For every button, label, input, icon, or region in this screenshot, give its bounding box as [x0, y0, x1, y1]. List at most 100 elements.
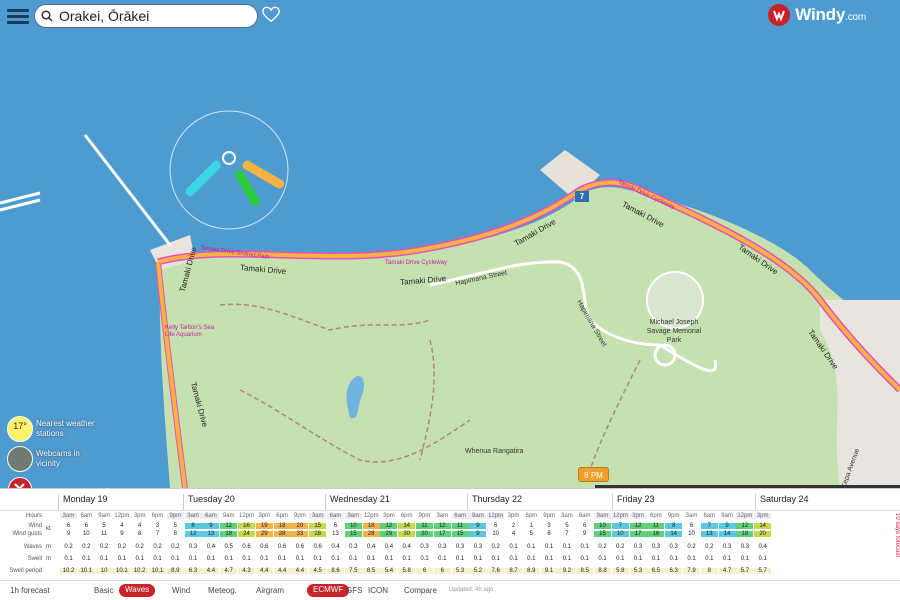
wind-cell: 9 [718, 523, 736, 529]
hour-cell: 6am [327, 513, 344, 519]
swell-cell: 0.1 [758, 556, 767, 562]
waves-cell: 0.6 [313, 544, 322, 550]
swell-period-cell: 5.7 [754, 568, 772, 574]
swell-period-cell: 8 [700, 568, 718, 574]
unit-waves: m [46, 544, 51, 550]
wind-cell: 20 [291, 523, 309, 529]
wind-cell: 6 [333, 523, 338, 529]
day-label[interactable]: Thursday 22 [467, 494, 522, 510]
swell-period-cell: 8.9 [522, 568, 540, 574]
swell-cell: 0.1 [135, 556, 144, 562]
ten-day-forecast-tab[interactable]: 10 days forecast [890, 495, 900, 575]
unit-wind: kt [46, 526, 51, 532]
swell-cell: 0.1 [171, 556, 180, 562]
gusts-cell: 7 [565, 531, 569, 537]
waves-cell: 0.2 [598, 544, 607, 550]
swell-period-cell: 5.7 [736, 568, 754, 574]
swell-cell: 0.1 [669, 556, 678, 562]
gusts-cell: 20 [416, 531, 433, 537]
gusts-cell: 13 [700, 531, 718, 537]
ecmwf-model[interactable]: ECMWF [307, 584, 350, 597]
gusts-cell: 11 [100, 531, 108, 537]
waves-cell: 0.1 [527, 544, 536, 550]
compare-button[interactable]: Compare [404, 586, 437, 595]
hour-cell: 6am [202, 513, 220, 519]
meteogram-tab[interactable]: Meteog. [208, 586, 237, 595]
hour-cell: 3am [561, 513, 573, 519]
hour-cell: 3pm [507, 513, 520, 519]
hour-cell: 9pm [294, 513, 306, 519]
swell-period-cell: 4.7 [718, 568, 736, 574]
day-label[interactable]: Monday 19 [58, 494, 108, 510]
gusts-cell: 30 [398, 531, 416, 537]
menu-button[interactable] [7, 6, 29, 26]
waves-cell: 0.2 [117, 544, 127, 550]
swell-cell: 0.1 [313, 556, 322, 562]
waves-cell: 0.2 [171, 544, 180, 550]
swell-period-cell: 8.6 [327, 568, 344, 574]
webcams-widget[interactable]: Webcams in vicinity [7, 446, 98, 472]
hour-cell: 6am [578, 513, 591, 519]
airgram-tab[interactable]: Airgram [256, 586, 284, 595]
day-label[interactable]: Saturday 24 [755, 494, 809, 510]
wind-tab[interactable]: Wind [172, 586, 190, 595]
gfs-model[interactable]: GFS [346, 586, 362, 595]
swell-period-cell: 4.4 [291, 568, 309, 574]
timeline-time-badge[interactable]: 8 PM [578, 467, 609, 482]
waves-cell: 0.3 [420, 544, 429, 550]
wind-cell: 8 [184, 523, 202, 529]
heart-icon[interactable] [262, 6, 280, 24]
waves-cell: 0.4 [366, 544, 376, 550]
row-label-gusts: Wind gusts [12, 531, 42, 537]
swell-cell: 0.1 [82, 556, 91, 562]
hour-cell: 12pm [611, 513, 629, 519]
hour-cell: 6am [80, 513, 93, 519]
hour-cell: 3am [309, 513, 327, 519]
gusts-cell: 14 [718, 531, 736, 537]
waves-cell: 0.1 [580, 544, 589, 550]
swell-period-cell: 5.2 [469, 568, 487, 574]
gusts-cell: 28 [309, 531, 327, 537]
hour-cell: 6pm [151, 513, 164, 519]
search-input[interactable]: Orakei, Ōrākei [59, 8, 149, 24]
wind-cell: 1 [529, 523, 533, 529]
wind-cell: 12 [433, 523, 451, 529]
swell-period-cell: 10.1 [77, 568, 95, 574]
wind-cell: 14 [398, 523, 416, 529]
swell-cell: 0.1 [366, 556, 376, 562]
nearest-stations-widget[interactable]: 17° Nearest weather stations [7, 416, 98, 442]
unit-swell: m [46, 556, 51, 562]
wind-cell: 4 [138, 523, 142, 529]
swell-cell: 0.1 [188, 556, 198, 562]
wind-cell: 5 [102, 523, 106, 529]
hour-cell: 6pm [650, 513, 662, 519]
nearest-stations-label: Nearest weather stations [36, 419, 95, 438]
basic-tab[interactable]: Basic [94, 586, 114, 595]
waves-cell: 0.2 [135, 544, 144, 550]
waves-cell: 0.1 [509, 544, 518, 550]
swell-period-cell: 6 [433, 568, 451, 574]
swell-cell: 0.1 [153, 556, 162, 562]
swell-cell: 0.1 [580, 556, 589, 562]
search-box[interactable]: Orakei, Ōrākei [34, 4, 258, 28]
day-label[interactable]: Friday 23 [612, 494, 655, 510]
gusts-cell: 14 [665, 531, 683, 537]
gusts-cell: 28 [273, 531, 291, 537]
waves-cell: 0.3 [633, 544, 643, 550]
swell-cell: 0.1 [384, 556, 394, 562]
swell-cell: 0.1 [349, 556, 358, 562]
day-label[interactable]: Tuesday 20 [183, 494, 235, 510]
day-label[interactable]: Wednesday 21 [325, 494, 390, 510]
brand-logo[interactable]: Windy.com [768, 4, 866, 26]
waves-cell: 0.3 [722, 544, 732, 550]
wind-cell: 3 [547, 523, 551, 529]
swell-cell: 0.1 [438, 556, 447, 562]
icon-model[interactable]: ICON [368, 586, 388, 595]
gusts-cell: 4 [511, 531, 516, 537]
waves-tab[interactable]: Waves [119, 584, 156, 597]
swell-period-cell: 7.5 [344, 568, 362, 574]
map-label-park: Michael Joseph Savage Memorial Park [646, 319, 702, 344]
swell-period-cell: 10.1 [113, 568, 131, 574]
swell-cell: 0.1 [616, 556, 625, 562]
forecast-1h-toggle[interactable]: 1h forecast [10, 586, 50, 595]
